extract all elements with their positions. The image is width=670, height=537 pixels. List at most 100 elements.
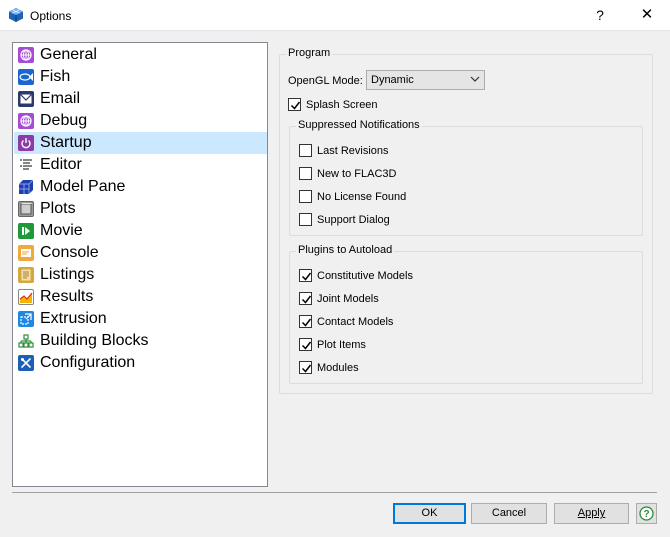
checkmark-icon bbox=[301, 364, 312, 373]
nav-item-extrusion[interactable]: Extrusion bbox=[14, 308, 267, 330]
constitutive-models-checkbox[interactable]: Constitutive Models bbox=[299, 269, 413, 282]
options-category-list[interactable]: General Fish Email Debug Startup Editor bbox=[12, 42, 268, 487]
new-to-flac3d-checkbox[interactable]: New to FLAC3D bbox=[299, 167, 396, 180]
nav-item-fish[interactable]: Fish bbox=[14, 66, 267, 88]
checkbox-label: Plot Items bbox=[317, 338, 366, 351]
no-license-found-checkbox[interactable]: No License Found bbox=[299, 190, 406, 203]
checkmark-icon bbox=[301, 272, 312, 281]
plot-items-checkbox[interactable]: Plot Items bbox=[299, 338, 366, 351]
nav-item-startup[interactable]: Startup bbox=[14, 132, 267, 154]
apply-button[interactable]: Apply bbox=[554, 503, 629, 524]
nav-item-label: Fish bbox=[40, 68, 71, 85]
nav-item-general[interactable]: General bbox=[14, 44, 267, 66]
checkbox-box[interactable] bbox=[299, 338, 312, 351]
checkmark-icon bbox=[301, 341, 312, 350]
checkmark-icon bbox=[290, 101, 301, 110]
titlebar-help-button[interactable]: ? bbox=[585, 2, 615, 28]
nav-item-label: Model Pane bbox=[40, 178, 126, 195]
nav-item-email[interactable]: Email bbox=[14, 88, 267, 110]
checkbox-label: New to FLAC3D bbox=[317, 167, 397, 180]
nav-item-label: Listings bbox=[40, 266, 95, 283]
svg-text:?: ? bbox=[643, 509, 649, 520]
nav-item-label: Plots bbox=[40, 200, 76, 217]
checkbox-box[interactable] bbox=[299, 361, 312, 374]
checkbox-box[interactable] bbox=[299, 315, 312, 328]
nav-item-configuration[interactable]: Configuration bbox=[14, 352, 267, 374]
help-button[interactable]: ? bbox=[636, 503, 657, 524]
footer-divider bbox=[12, 492, 657, 493]
nav-item-label: Editor bbox=[40, 156, 82, 173]
debug-icon bbox=[18, 113, 34, 129]
nav-item-console[interactable]: Console bbox=[14, 242, 267, 264]
results-icon bbox=[18, 289, 34, 305]
ok-button[interactable]: OK bbox=[393, 503, 466, 524]
last-revisions-checkbox[interactable]: Last Revisions bbox=[299, 144, 389, 157]
app-icon bbox=[9, 8, 23, 22]
fish-icon bbox=[18, 69, 34, 85]
checkbox-box[interactable] bbox=[299, 213, 312, 226]
checkbox-box[interactable] bbox=[299, 269, 312, 282]
nav-item-listings[interactable]: Listings bbox=[14, 264, 267, 286]
window-title: Options bbox=[30, 9, 72, 23]
checkbox-label: Contact Models bbox=[317, 315, 394, 328]
nav-item-label: Movie bbox=[40, 222, 83, 239]
checkbox-label: Support Dialog bbox=[317, 213, 390, 226]
help-icon: ? bbox=[639, 506, 654, 521]
nav-item-results[interactable]: Results bbox=[14, 286, 267, 308]
editor-icon bbox=[18, 157, 34, 173]
listings-icon bbox=[18, 267, 34, 283]
nav-item-label: Debug bbox=[40, 112, 88, 129]
nav-item-plots[interactable]: Plots bbox=[14, 198, 267, 220]
group-title: Suppressed Notifications bbox=[296, 119, 422, 131]
movie-icon bbox=[18, 223, 34, 239]
opengl-mode-label: OpenGL Mode: bbox=[288, 75, 363, 87]
nav-item-model-pane[interactable]: Model Pane bbox=[14, 176, 267, 198]
joint-models-checkbox[interactable]: Joint Models bbox=[299, 292, 379, 305]
checkbox-box[interactable] bbox=[288, 98, 301, 111]
checkmark-icon bbox=[301, 318, 312, 327]
splash-screen-checkbox[interactable]: Splash Screen bbox=[288, 98, 378, 111]
apply-button-label: Apply bbox=[577, 507, 606, 519]
group-title: Plugins to Autoload bbox=[296, 244, 395, 256]
extrusion-icon bbox=[18, 311, 34, 327]
nav-item-label: Extrusion bbox=[40, 310, 107, 327]
nav-item-debug[interactable]: Debug bbox=[14, 110, 267, 132]
checkmark-icon bbox=[301, 295, 312, 304]
support-dialog-checkbox[interactable]: Support Dialog bbox=[299, 213, 390, 226]
checkbox-label: Constitutive Models bbox=[317, 269, 413, 282]
checkbox-box[interactable] bbox=[299, 190, 312, 203]
nav-item-movie[interactable]: Movie bbox=[14, 220, 267, 242]
building-blocks-icon bbox=[18, 333, 34, 349]
startup-icon bbox=[18, 135, 34, 151]
modules-checkbox[interactable]: Modules bbox=[299, 361, 359, 374]
checkbox-box[interactable] bbox=[299, 292, 312, 305]
checkbox-box[interactable] bbox=[299, 167, 312, 180]
checkbox-box[interactable] bbox=[299, 144, 312, 157]
nav-item-label: Console bbox=[40, 244, 99, 261]
model-pane-icon bbox=[18, 179, 34, 195]
title-bar: Options ? ✕ bbox=[0, 0, 670, 31]
checkbox-label: Splash Screen bbox=[306, 98, 378, 111]
chevron-down-icon bbox=[470, 76, 480, 82]
nav-item-building-blocks[interactable]: Building Blocks bbox=[14, 330, 267, 352]
nav-item-label: Startup bbox=[40, 134, 92, 151]
nav-item-label: Configuration bbox=[40, 354, 136, 371]
titlebar-close-button[interactable]: ✕ bbox=[630, 2, 664, 28]
nav-item-editor[interactable]: Editor bbox=[14, 154, 267, 176]
contact-models-checkbox[interactable]: Contact Models bbox=[299, 315, 393, 328]
opengl-mode-select[interactable]: Dynamic bbox=[366, 70, 485, 90]
nav-item-label: General bbox=[40, 46, 97, 63]
configuration-icon bbox=[18, 355, 34, 371]
nav-item-label: Email bbox=[40, 90, 81, 107]
checkbox-label: Last Revisions bbox=[317, 144, 389, 157]
plots-icon bbox=[18, 201, 34, 217]
group-title: Program bbox=[286, 47, 333, 59]
checkbox-label: Joint Models bbox=[317, 292, 379, 305]
nav-item-label: Results bbox=[40, 288, 94, 305]
general-icon bbox=[18, 47, 34, 63]
checkbox-label: No License Found bbox=[317, 190, 407, 203]
cancel-button[interactable]: Cancel bbox=[471, 503, 547, 524]
opengl-mode-value: Dynamic bbox=[371, 74, 414, 86]
console-icon bbox=[18, 245, 34, 261]
email-icon bbox=[18, 91, 34, 107]
